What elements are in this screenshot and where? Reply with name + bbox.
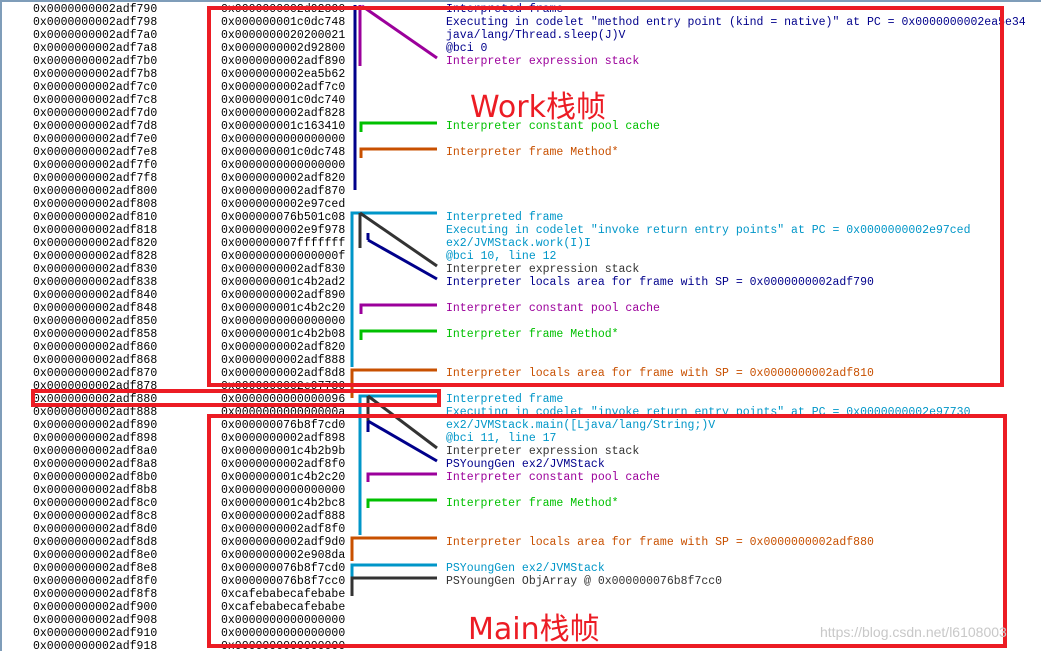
work-frame-label: Work栈帧 — [470, 90, 606, 125]
frame-annotation: Interpreted frame — [446, 393, 564, 406]
main-frame-highlight — [207, 414, 1007, 648]
work-frame-highlight — [207, 6, 1004, 387]
watermark: https://blog.csdn.net/l6108003 — [820, 624, 1007, 640]
main-frame-label: Main栈帧 — [468, 612, 600, 647]
sender-sp-highlight — [31, 389, 441, 407]
